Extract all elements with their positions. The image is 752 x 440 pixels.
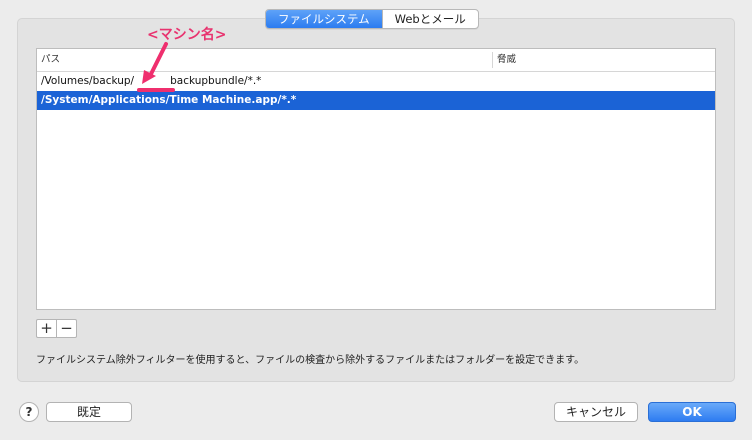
default-button[interactable]: 既定: [46, 402, 132, 422]
tab-filesystem[interactable]: ファイルシステム: [266, 10, 382, 28]
annotation-arrow-icon: [142, 42, 168, 84]
filesystem-panel: パス 脅威 /Volumes/backup/backupbundle/*.* /…: [17, 18, 735, 382]
segmented-tabs: ファイルシステム Webとメール: [265, 9, 479, 29]
column-header-threat[interactable]: 脅威: [497, 49, 516, 71]
add-remove-control: + −: [36, 319, 77, 338]
row-path: /System/Applications/Time Machine.app/*.…: [41, 94, 297, 106]
path-prefix: /Volumes/backup/: [41, 75, 135, 87]
cancel-button[interactable]: キャンセル: [554, 402, 638, 422]
exclusion-settings-dialog: パス 脅威 /Volumes/backup/backupbundle/*.* /…: [0, 0, 752, 440]
column-header-path[interactable]: パス: [41, 49, 60, 71]
remove-button[interactable]: −: [56, 320, 76, 337]
table-row-selected[interactable]: /System/Applications/Time Machine.app/*.…: [37, 91, 715, 110]
annotation-underline: [137, 88, 175, 92]
ok-button[interactable]: OK: [648, 402, 736, 422]
help-button[interactable]: ?: [19, 402, 39, 422]
description-text: ファイルシステム除外フィルターを使用すると、ファイルの検査から除外するファイルま…: [36, 355, 585, 366]
add-button[interactable]: +: [37, 320, 56, 337]
tab-web-mail[interactable]: Webとメール: [381, 10, 478, 28]
column-separator[interactable]: [492, 52, 493, 68]
